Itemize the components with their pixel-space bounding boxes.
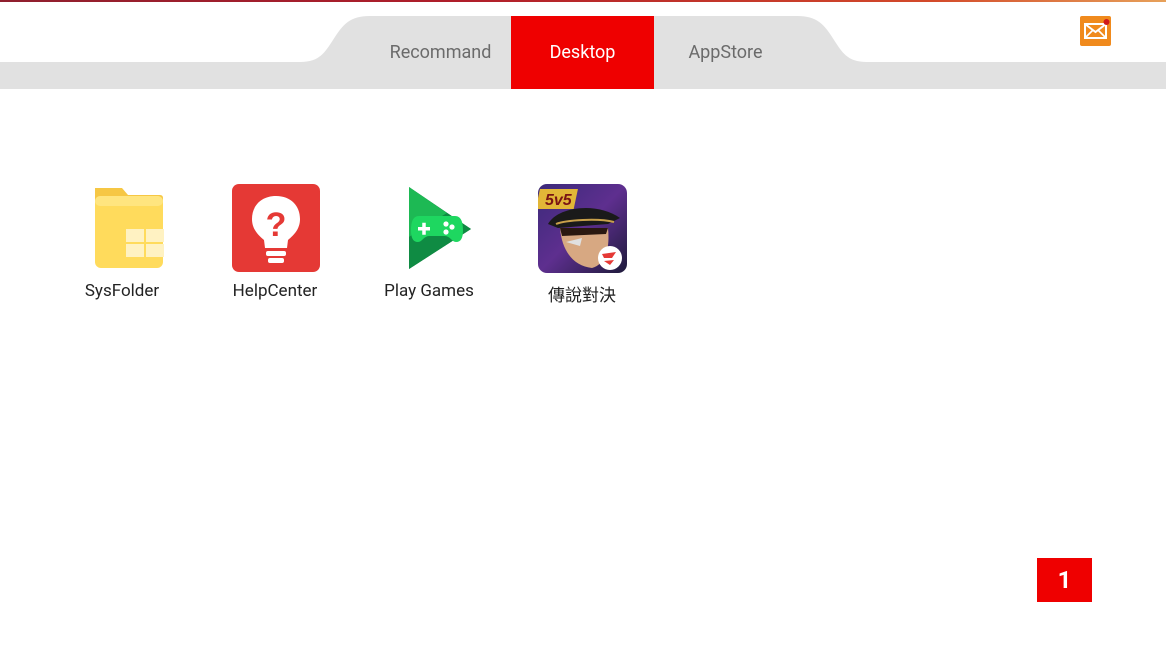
play-games-icon — [408, 187, 471, 269]
help-lightbulb-icon: ? — [231, 184, 320, 272]
tab-appstore-label: AppStore — [688, 42, 763, 63]
app-arena-of-valor-label: 傳說對決 — [548, 286, 616, 306]
app-arena-of-valor[interactable]: 5v5 傳說對決 — [522, 184, 642, 306]
tab-bar: Recommand Desktop AppStore — [0, 0, 1166, 90]
mail-button[interactable] — [1080, 16, 1111, 46]
app-sysfolder-label: SysFolder — [84, 281, 160, 301]
folder-icon — [94, 188, 164, 268]
tab-desktop-label: Desktop — [549, 42, 616, 63]
app-sysfolder[interactable]: SysFolder — [62, 184, 182, 301]
app-playgames[interactable]: Play Games — [369, 184, 489, 301]
tab-recommand[interactable]: Recommand — [370, 16, 511, 89]
app-helpcenter-label: HelpCenter — [232, 281, 318, 301]
notification-dot — [1103, 19, 1110, 25]
svg-text:?: ? — [265, 206, 286, 244]
app-helpcenter[interactable]: ? HelpCenter — [215, 184, 335, 301]
mail-envelope-icon — [1080, 16, 1111, 46]
aov-5v5-badge: 5v5 — [545, 192, 573, 209]
app-playgames-label: Play Games — [384, 281, 474, 301]
tab-desktop[interactable]: Desktop — [511, 16, 654, 89]
page-number: 1 — [1057, 566, 1072, 594]
arena-of-valor-icon: 5v5 — [537, 184, 627, 273]
tab-recommand-label: Recommand — [389, 42, 492, 63]
page-indicator[interactable]: 1 — [1037, 558, 1092, 602]
tab-appstore[interactable]: AppStore — [654, 16, 797, 89]
